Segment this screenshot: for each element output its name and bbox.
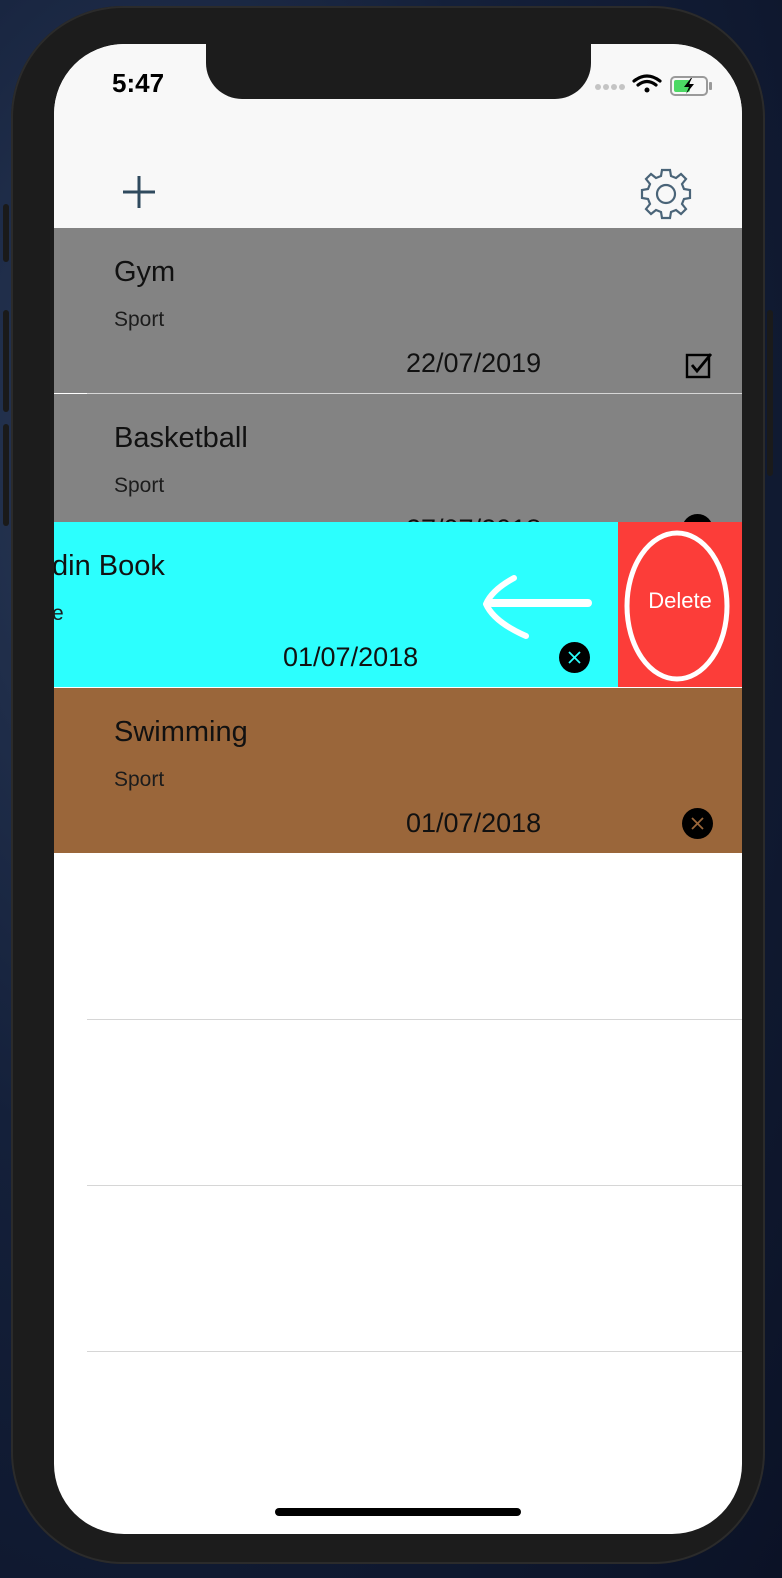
table-row[interactable]: Swimming Sport 01/07/2018 <box>54 688 742 853</box>
row-date: 01/07/2018 <box>283 642 419 672</box>
notch <box>206 44 591 99</box>
row-separator <box>87 1351 742 1352</box>
status-time: 5:47 <box>112 68 165 98</box>
table-row-swiped[interactable]: din Book e 01/07/2018 <box>54 522 618 687</box>
plus-icon[interactable] <box>116 172 162 218</box>
power-button <box>767 310 773 476</box>
volume-down-button <box>3 424 9 526</box>
row-category: e <box>54 602 64 625</box>
row-date: 22/07/2019 <box>406 348 542 378</box>
screen: 5:47 Gym Sport 22/07/2019 Basketball Spo… <box>54 44 742 1534</box>
row-title: din Book <box>54 550 165 582</box>
navigation-bar <box>54 136 742 229</box>
row-date: 01/07/2018 <box>406 808 542 838</box>
status-icons <box>595 74 712 96</box>
circle-highlight-icon <box>624 530 730 682</box>
delete-button[interactable]: Delete <box>618 522 742 687</box>
home-indicator[interactable] <box>275 1508 521 1516</box>
volume-up-button <box>3 310 9 412</box>
cellular-signal-icon <box>595 84 625 90</box>
row-title: Swimming <box>114 716 248 748</box>
row-title: Basketball <box>114 422 248 454</box>
row-category: Sport <box>114 768 165 791</box>
x-circle-icon[interactable] <box>559 642 590 673</box>
table-row[interactable]: Gym Sport 22/07/2019 <box>54 228 742 393</box>
phone-frame: 5:47 Gym Sport 22/07/2019 Basketball Spo… <box>3 6 773 1564</box>
row-separator <box>87 1019 742 1020</box>
checkbox-checked-icon[interactable] <box>684 350 714 380</box>
mute-switch <box>3 204 9 262</box>
left-arrow-icon <box>483 575 592 639</box>
gear-icon[interactable] <box>638 166 694 222</box>
row-title: Gym <box>114 256 176 288</box>
wifi-icon <box>632 74 662 93</box>
row-separator <box>87 1185 742 1186</box>
x-circle-icon[interactable] <box>682 808 713 839</box>
row-category: Sport <box>114 474 165 497</box>
row-category: Sport <box>114 308 165 331</box>
battery-icon <box>670 76 712 96</box>
